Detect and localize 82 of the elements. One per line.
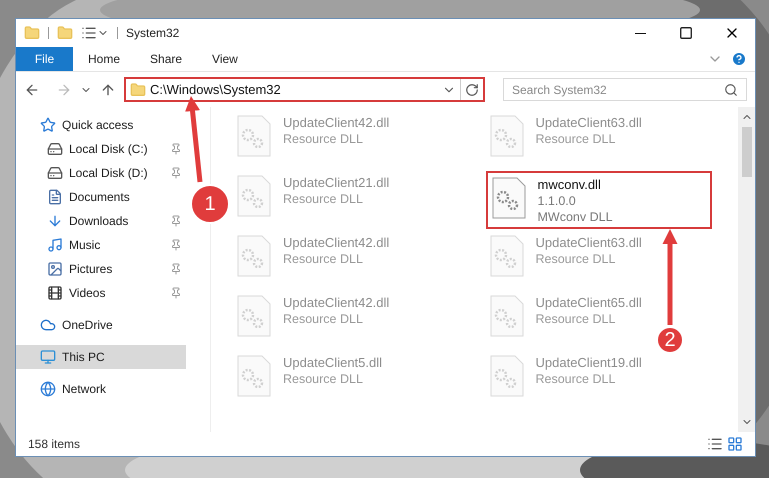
pin-icon[interactable] (170, 215, 182, 227)
file-name: UpdateClient65.dll (536, 295, 642, 311)
nav-item[interactable]: Local Disk (C:) (16, 137, 186, 161)
address-path: C:\Windows\System32 (150, 80, 282, 99)
file-name: UpdateClient42.dll (283, 235, 390, 251)
ribbon-tab[interactable]: View (197, 47, 253, 71)
pin-icon[interactable] (170, 167, 182, 179)
file-name: UpdateClient63.dll (536, 115, 642, 131)
folder-icon (130, 82, 146, 98)
file-gear-icon (490, 355, 524, 397)
drive-icon (47, 165, 63, 181)
file-gear-icon (237, 295, 271, 337)
nav-item[interactable]: Quick access (16, 113, 186, 137)
file-tab[interactable]: File (16, 47, 73, 71)
music-note-icon (47, 237, 63, 253)
nav-item[interactable]: This PC (16, 345, 186, 369)
file-detail: Resource DLL (283, 371, 364, 387)
file-name: UpdateClient42.dll (283, 115, 390, 131)
monitor-icon (40, 349, 56, 365)
minimize-icon (634, 32, 646, 34)
document-icon (47, 189, 63, 205)
file-gear-icon (490, 235, 524, 277)
window-title: System32 (126, 25, 180, 42)
cloud-icon (40, 317, 56, 333)
folder-icon (24, 25, 40, 41)
file-name: UpdateClient21.dll (283, 175, 390, 191)
refresh-icon[interactable] (465, 82, 479, 96)
search-field[interactable]: Search System32 (503, 78, 747, 101)
file-name: UpdateClient19.dll (536, 355, 642, 371)
pin-icon[interactable] (170, 143, 182, 155)
scrollbar[interactable] (738, 107, 755, 432)
image-icon (47, 261, 63, 277)
drive-icon (47, 141, 63, 157)
nav-item[interactable]: Downloads (16, 209, 186, 233)
file-detail: Resource DLL (536, 371, 616, 387)
globe-icon (40, 381, 56, 397)
file-name: UpdateClient63.dll (536, 235, 642, 251)
film-icon (47, 285, 63, 301)
file-gear-icon (237, 115, 271, 157)
nav-item[interactable]: Videos (16, 281, 186, 305)
file-detail: 1.1.0.0 (538, 193, 577, 209)
file-gear-icon (237, 355, 271, 397)
file-detail: Resource DLL (283, 191, 364, 207)
file-name: UpdateClient42.dll (283, 295, 390, 311)
file-gear-icon (490, 295, 524, 337)
file-detail: MWconv DLL (538, 209, 613, 225)
pin-icon[interactable] (170, 263, 182, 275)
pin-icon[interactable] (170, 287, 182, 299)
file-gear-icon (237, 235, 271, 277)
file-detail: Resource DLL (536, 251, 616, 267)
file-gear-icon (492, 177, 526, 219)
file-detail: Resource DLL (283, 311, 364, 327)
file-name: mwconv.dll (538, 177, 602, 193)
ribbon-tab[interactable]: Share (135, 47, 198, 71)
file-detail: Resource DLL (283, 251, 364, 267)
scroll-thumb[interactable] (742, 127, 752, 177)
details-view-icon[interactable] (707, 436, 723, 452)
file-detail: Resource DLL (283, 131, 364, 147)
address-bar[interactable]: C:\Windows\System32 (124, 77, 485, 102)
nav-item[interactable]: Documents (16, 185, 186, 209)
file-detail: Resource DLL (536, 311, 616, 327)
maximize-icon (679, 26, 693, 40)
tiles-view-icon[interactable] (727, 436, 743, 452)
back-icon[interactable] (24, 82, 40, 98)
file-detail: Resource DLL (536, 131, 616, 147)
file-gear-icon (237, 175, 271, 217)
up-icon[interactable] (100, 82, 116, 98)
properties-icon[interactable] (81, 25, 97, 41)
file-name: UpdateClient5.dll (283, 355, 382, 371)
item-count: 158 items (28, 436, 82, 453)
ribbon-tab[interactable]: Home (73, 47, 136, 71)
nav-item[interactable]: Pictures (16, 257, 186, 281)
nav-item[interactable]: OneDrive (16, 313, 186, 337)
star-icon (40, 117, 56, 133)
highlight-box[interactable]: mwconv.dll 1.1.0.0 MWconv DLL (486, 171, 712, 229)
help-icon[interactable] (731, 51, 747, 67)
search-icon (724, 82, 738, 96)
pin-icon[interactable] (170, 239, 182, 251)
nav-item[interactable]: Music (16, 233, 186, 257)
nav-item[interactable]: Network (16, 377, 186, 401)
file-gear-icon (490, 115, 524, 157)
nav-item[interactable]: Local Disk (D:) (16, 161, 186, 185)
